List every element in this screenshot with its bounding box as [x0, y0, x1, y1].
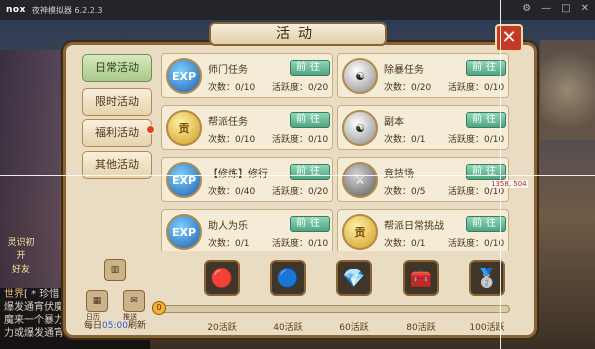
side-label-realm: 灵识初开: [7, 238, 35, 261]
window-close-icon[interactable]: ✕: [581, 3, 589, 14]
quest-count: 次数：0/1: [208, 239, 250, 249]
push-button[interactable]: ✉: [123, 290, 145, 312]
quest-name: 除暴任务: [384, 65, 424, 76]
quest-activity: 活跃度：0/20: [272, 83, 329, 93]
quest-activity: 活跃度：0/20: [272, 187, 329, 197]
quest-card: ☯ 副本 次数：0/1 活跃度：0/10 前往: [337, 105, 509, 150]
activity-progress-bar: [157, 305, 510, 313]
quest-name: 助人为乐: [208, 221, 248, 232]
quest-card: 贡 帮派日常挑战 次数：0/1 活跃度：0/10 前往: [337, 209, 509, 251]
side-label-friends[interactable]: 好友: [4, 262, 38, 275]
notification-badge: [146, 125, 155, 134]
window-controls: ⚙ — □ ✕: [522, 3, 589, 14]
quest-list[interactable]: EXP 师门任务 次数：0/10 活跃度：0/20 前往 ☯ 除暴任务 次数：0…: [157, 51, 527, 251]
quest-card: EXP 助人为乐 次数：0/1 活跃度：0/10 前往: [161, 209, 333, 251]
quest-card: EXP 师门任务 次数：0/10 活跃度：0/20 前往: [161, 53, 333, 98]
quest-activity: 活跃度：0/10: [448, 135, 505, 145]
close-icon: ✕: [501, 27, 517, 48]
quest-count: 次数：0/10: [208, 83, 256, 93]
crosshair-horizontal: [0, 175, 595, 176]
go-button[interactable]: 前往: [290, 164, 330, 180]
quest-count: 次数：0/1: [384, 135, 426, 145]
quest-card: EXP 【修炼】修行 次数：0/40 活跃度：0/20 前往: [161, 157, 333, 202]
tab-limited[interactable]: 限时活动: [82, 88, 152, 116]
coin-icon: 贡: [166, 110, 202, 146]
quest-activity: 活跃度：0/10: [272, 135, 329, 145]
treasure-chest-icon[interactable]: 🧰: [403, 260, 439, 296]
yinyang-icon: ☯: [342, 110, 378, 146]
tab-daily[interactable]: 日常活动: [82, 54, 152, 82]
quest-count: 次数：0/40: [208, 187, 256, 197]
tab-welfare[interactable]: 福利活动: [82, 119, 155, 147]
quest-name: 师门任务: [208, 65, 248, 76]
coordinate-readout: 1358, 504: [490, 180, 528, 188]
go-button[interactable]: 前往: [290, 60, 330, 76]
exp-icon: EXP: [166, 162, 202, 198]
reward-label: 40活跃: [273, 323, 303, 333]
quest-card: 贡 帮派任务 次数：0/10 活跃度：0/10 前往: [161, 105, 333, 150]
quest-card: ☯ 除暴任务 次数：0/20 活跃度：0/10 前往: [337, 53, 509, 98]
emulator-title: 夜神模拟器 6.2.2.3: [31, 5, 103, 15]
quest-count: 次数：0/5: [384, 187, 426, 197]
quest-name: 帮派日常挑战: [384, 221, 444, 232]
quest-name: 竞技场: [384, 165, 414, 180]
scene-light: [540, 40, 595, 140]
quest-count: 次数：0/10: [208, 135, 256, 145]
quest-count: 次数：0/1: [384, 239, 426, 249]
emulator-logo: nox: [6, 5, 26, 15]
go-button[interactable]: 前往: [290, 216, 330, 232]
settings-icon[interactable]: ⚙: [522, 3, 531, 14]
quest-count: 次数：0/20: [384, 83, 432, 93]
swords-icon: ⚔: [342, 162, 378, 198]
exp-icon: EXP: [166, 58, 202, 94]
panel-title: 活动: [209, 22, 387, 46]
chart-button[interactable]: ▥: [104, 259, 126, 281]
pink-gems-icon[interactable]: 💎: [336, 260, 372, 296]
minimize-icon[interactable]: —: [541, 3, 551, 14]
reward-label: 60活跃: [339, 323, 369, 333]
quest-activity: 活跃度：0/10: [448, 239, 505, 249]
coin-icon: 贡: [342, 214, 378, 250]
exp-icon: EXP: [166, 214, 202, 250]
refresh-note: 每日05:00刷新: [84, 321, 146, 331]
quest-activity: 活跃度：0/10: [448, 83, 505, 93]
calendar-icon: ▦: [92, 296, 102, 306]
go-button[interactable]: 前往: [290, 112, 330, 128]
yinyang-icon: ☯: [342, 58, 378, 94]
quest-name: 帮派任务: [208, 117, 248, 128]
refresh-time: 05:00: [102, 321, 128, 331]
chart-icon: ▥: [110, 265, 120, 275]
red-orb-icon[interactable]: 🔴: [204, 260, 240, 296]
quest-card: ⚔ 竞技场 次数：0/5 活跃度：0/10 前往: [337, 157, 509, 202]
reward-label: 80活跃: [406, 323, 436, 333]
envelope-icon: ✉: [130, 296, 138, 306]
calendar-button[interactable]: ▦: [86, 290, 108, 312]
maximize-icon[interactable]: □: [561, 3, 570, 14]
quest-activity: 活跃度：0/10: [272, 239, 329, 249]
blue-orb-icon[interactable]: 🔵: [270, 260, 306, 296]
quest-name: 副本: [384, 117, 404, 128]
emulator-titlebar: nox 夜神模拟器 6.2.2.3 ⚙ — □ ✕: [0, 0, 595, 20]
reward-label: 20活跃: [207, 323, 237, 333]
quest-name: 【修炼】修行: [208, 165, 268, 180]
progress-start-value: 0: [152, 301, 166, 315]
reward-label: 100活跃: [469, 323, 505, 333]
